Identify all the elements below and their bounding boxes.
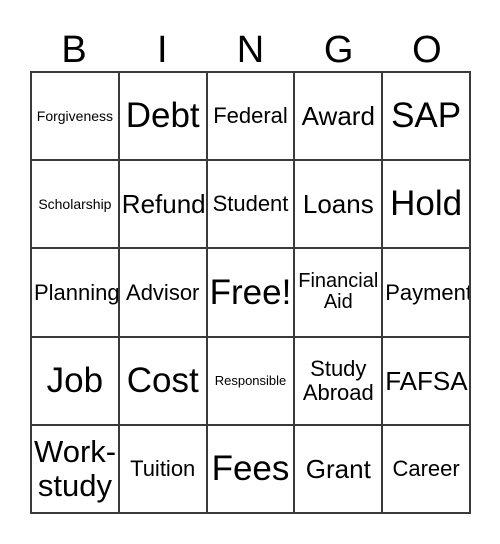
bingo-cell[interactable]: Refund: [119, 161, 208, 250]
bingo-cell[interactable]: Cost: [119, 337, 208, 426]
bingo-cell-label: Refund: [121, 189, 206, 220]
bingo-cell[interactable]: Financial Aid: [295, 249, 384, 338]
bingo-cell-label: Work- study: [34, 434, 117, 503]
bingo-grid: Forgiveness Debt Federal Award SAP Scholarshi…: [30, 71, 471, 514]
header-letter-o: O: [412, 29, 442, 71]
bingo-cell[interactable]: Grant: [295, 425, 384, 514]
bingo-cell-label: FAFSA: [385, 365, 468, 396]
bingo-cell-label: Hold: [390, 184, 463, 224]
bingo-cell[interactable]: Advisor: [119, 249, 208, 338]
bingo-cell[interactable]: Loans: [295, 161, 384, 250]
bingo-cell-label: Fees: [211, 448, 290, 488]
bingo-cell[interactable]: Award: [295, 73, 384, 162]
bingo-card: B I N G O Forgiveness Debt Federal Award SAP…: [0, 0, 500, 544]
bingo-cell-label: Grant: [305, 453, 371, 484]
header-letter-i: I: [157, 29, 168, 71]
bingo-cell-label: Award: [301, 101, 375, 132]
bingo-cell-label: Career: [392, 456, 460, 482]
header-letter-g: G: [323, 29, 354, 71]
bingo-cell-label: Study Abroad: [302, 355, 374, 405]
bingo-cell-label: SAP: [391, 96, 462, 136]
bingo-cell-label: Forgiveness: [36, 107, 114, 124]
bingo-cell[interactable]: Job: [32, 337, 120, 426]
bingo-cell[interactable]: FAFSA: [383, 337, 471, 426]
bingo-cell[interactable]: Fees: [207, 425, 296, 514]
bingo-cell-label: Loans: [302, 189, 374, 220]
bingo-cell[interactable]: Student: [207, 161, 296, 250]
bingo-cell[interactable]: Responsible: [207, 337, 296, 426]
bingo-cell-label: Financial Aid: [298, 269, 379, 314]
bingo-cell-label: Scholarship: [38, 195, 112, 212]
bingo-cell-label: Cost: [126, 360, 199, 400]
bingo-cell-label: Free!: [209, 272, 292, 312]
bingo-cell[interactable]: Hold: [383, 161, 471, 250]
bingo-cell[interactable]: Work- study: [32, 425, 120, 514]
bingo-cell[interactable]: Forgiveness: [32, 73, 120, 162]
bingo-cell-label: Payment: [385, 279, 471, 305]
bingo-cell[interactable]: Career: [383, 425, 471, 514]
bingo-cell-label: Federal: [213, 103, 288, 129]
bingo-cell[interactable]: Scholarship: [32, 161, 120, 250]
bingo-cell-label: Debt: [125, 96, 200, 136]
header-letter-n: N: [236, 29, 265, 71]
bingo-cell[interactable]: Payment: [383, 249, 471, 338]
bingo-cell[interactable]: SAP: [383, 73, 471, 162]
bingo-cell-label: Advisor: [126, 279, 200, 305]
bingo-cell-label: Responsible: [214, 372, 287, 388]
bingo-cell[interactable]: Federal: [207, 73, 296, 162]
bingo-header: B I N G O: [30, 20, 471, 71]
bingo-cell[interactable]: Free!: [207, 249, 296, 338]
bingo-cell[interactable]: Tuition: [119, 425, 208, 514]
bingo-cell-label: Planning: [34, 279, 120, 305]
bingo-cell[interactable]: Planning: [32, 249, 120, 338]
bingo-cell[interactable]: Debt: [119, 73, 208, 162]
bingo-cell[interactable]: Study Abroad: [295, 337, 384, 426]
bingo-cell-label: Student: [212, 191, 289, 217]
bingo-cell-label: Job: [46, 360, 104, 400]
header-letter-b: B: [61, 29, 87, 71]
bingo-cell-label: Tuition: [130, 456, 196, 482]
